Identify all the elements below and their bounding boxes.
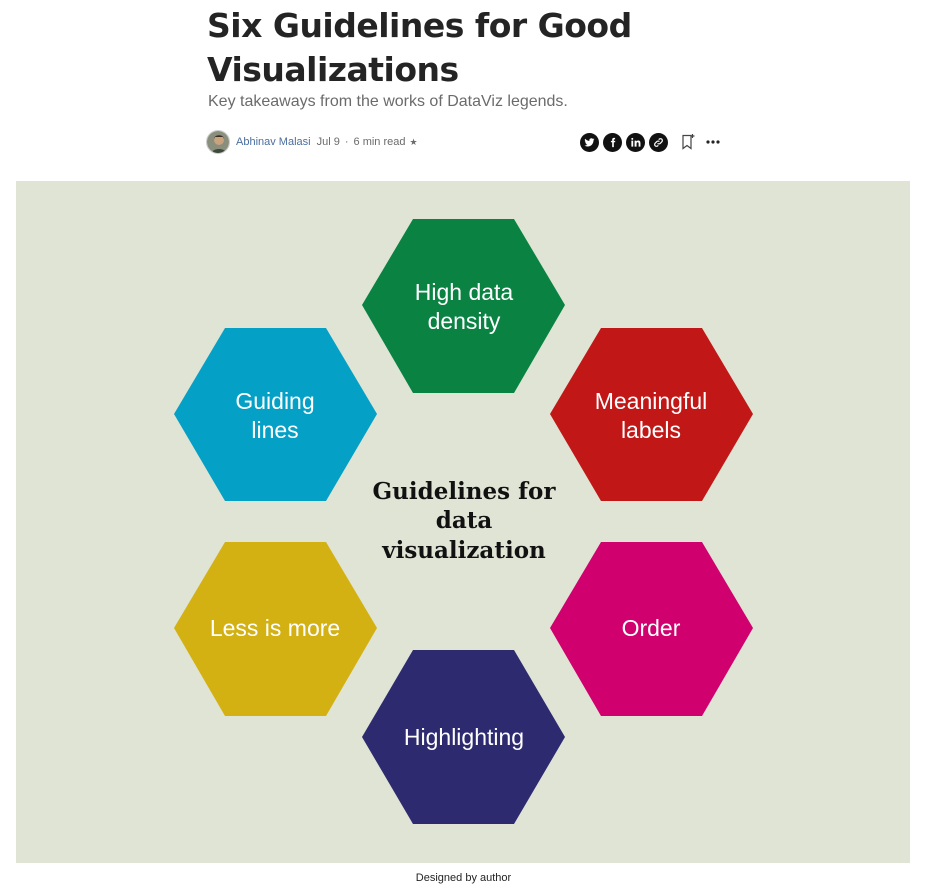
hexagon-highlighting: Highlighting	[362, 650, 565, 824]
guidelines-diagram: High data density Meaningful labels Orde…	[16, 181, 910, 863]
hexagon-label-line: density	[428, 308, 501, 334]
read-time: 6 min read	[353, 136, 406, 148]
link-icon[interactable]	[649, 132, 668, 152]
hexagon-label-line: labels	[621, 417, 681, 443]
bookmark-icon[interactable]	[680, 133, 696, 151]
hexagon-shape	[550, 328, 753, 501]
linkedin-icon[interactable]	[626, 132, 645, 152]
hexagon-high-data-density: High data density	[362, 219, 565, 393]
hexagon-less-is-more: Less is more	[174, 542, 377, 716]
hexagon-label-line: Guiding	[235, 388, 314, 414]
hexagon-label-line: High data	[415, 279, 514, 305]
byline: Abhinav Malasi Jul 9 · 6 min read ★	[206, 130, 418, 154]
hexagon-order: Order	[550, 542, 753, 716]
hexagon-label-line: Meaningful	[595, 388, 708, 414]
publish-date: Jul 9	[316, 136, 340, 148]
author-name[interactable]: Abhinav Malasi	[236, 136, 311, 148]
diagram-center-title: Guidelines for data visualization	[373, 478, 557, 564]
figure-caption: Designed by author	[415, 872, 512, 884]
share-actions	[580, 132, 720, 152]
article-title: Six Guidelines for Good Visualizations	[207, 6, 632, 89]
more-icon[interactable]	[706, 139, 720, 145]
center-title-line: Guidelines for	[373, 478, 557, 505]
byline-separator: ·	[344, 136, 349, 148]
facebook-icon[interactable]	[603, 132, 622, 152]
twitter-icon[interactable]	[580, 132, 599, 152]
member-star-icon: ★	[409, 136, 418, 147]
hexagon-label-line: Order	[622, 615, 681, 641]
hexagon-label-line: lines	[251, 417, 298, 443]
hexagon-meaningful-labels: Meaningful labels	[550, 328, 753, 501]
author-avatar[interactable]	[206, 130, 230, 154]
hexagon-shape	[362, 219, 565, 393]
hexagon-shape	[174, 328, 377, 501]
center-title-line: visualization	[381, 537, 546, 564]
article-subtitle: Key takeaways from the works of DataViz …	[208, 93, 568, 110]
center-title-line: data	[436, 507, 493, 534]
hexagon-label-line: Highlighting	[404, 724, 524, 750]
hexagon-guiding-lines: Guiding lines	[174, 328, 377, 501]
hexagon-label-line: Less is more	[210, 615, 340, 641]
